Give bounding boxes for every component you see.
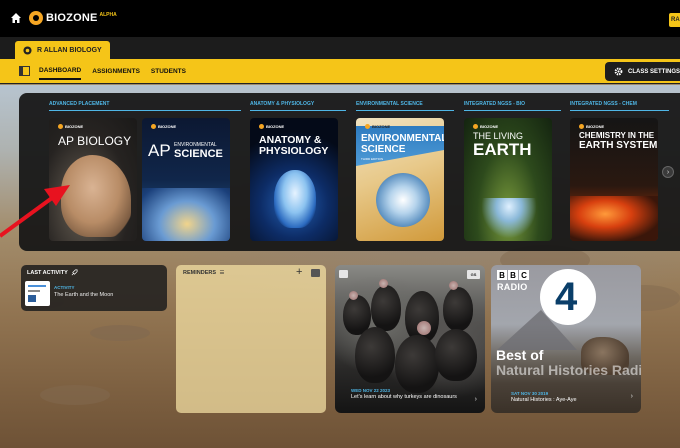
- category-integrated-ngss-bio[interactable]: INTEGRATED NGSS - BIO: [464, 101, 561, 111]
- activity-kind: ACTIVITY: [54, 285, 75, 290]
- news-badge: GS: [467, 270, 480, 279]
- book-title-line2: EARTH: [473, 140, 532, 159]
- last-activity-widget[interactable]: LAST ACTIVITY ACTIVITY The Earth and the…: [21, 265, 167, 311]
- book-title-big: SCIENCE: [174, 148, 223, 160]
- book-brand: BIOZONE: [151, 124, 176, 129]
- rocket-icon: [71, 269, 78, 276]
- book-the-living-earth[interactable]: BIOZONE THE LIVING EARTH: [464, 118, 552, 241]
- gear-icon: [614, 67, 623, 76]
- book-edition: THIRD EDITION: [361, 157, 384, 161]
- book-brand: BIOZONE: [579, 124, 604, 129]
- sidebar-toggle-icon[interactable]: [19, 66, 30, 76]
- tab-dashboard[interactable]: DASHBOARD: [39, 64, 82, 80]
- reminders-widget: REMINDERS ☰ +: [176, 265, 326, 413]
- book-title-line2: SCIENCE: [361, 144, 406, 155]
- reminders-menu-icon[interactable]: [311, 269, 320, 277]
- news-date: WED NOV 22 2023: [351, 388, 391, 393]
- lava-image: [570, 196, 658, 241]
- xray-skull-image: [274, 170, 316, 228]
- category-integrated-ngss-chem[interactable]: INTEGRATED NGSS - CHEM: [570, 101, 669, 111]
- book-brand: BIOZONE: [473, 124, 498, 129]
- alpha-badge: ALPHA: [99, 12, 117, 18]
- book-brand: BIOZONE: [58, 124, 83, 129]
- radio-date: SAT NOV 30 2019: [511, 391, 549, 396]
- book-carousel: ADVANCED PLACEMENT ANATOMY & PHYSIOLOGY …: [19, 93, 680, 251]
- book-title-line1: ANATOMY &: [259, 134, 322, 146]
- earth-lens-image: [376, 173, 430, 227]
- class-tab[interactable]: R ALLAN BIOLOGY: [15, 41, 110, 59]
- class-tab-row: R ALLAN BIOLOGY: [0, 37, 680, 59]
- cougar-image: [61, 155, 131, 237]
- carousel-next-button[interactable]: ›: [662, 166, 674, 178]
- logo-text: BIOZONE: [46, 12, 98, 24]
- last-activity-title: LAST ACTIVITY: [27, 269, 78, 276]
- news-text: Let's learn about why turkeys are dinosa…: [351, 394, 457, 400]
- book-title: AP BIOLOGY: [58, 134, 132, 148]
- book-anatomy-physiology[interactable]: BIOZONE ANATOMY & PHYSIOLOGY: [250, 118, 338, 241]
- top-bar: BIOZONE ALPHA RA: [0, 0, 680, 37]
- chevron-right-icon[interactable]: ›: [475, 396, 477, 403]
- category-environmental-science[interactable]: ENVIRONMENTAL SCIENCE: [356, 101, 454, 111]
- book-brand: BIOZONE: [259, 124, 284, 129]
- reminders-title: REMINDERS ☰: [183, 270, 225, 276]
- radio-card[interactable]: B B C RADIO 4 Best of Natural Histories …: [491, 265, 641, 413]
- book-title-line1: CHEMISTRY IN THE: [579, 131, 655, 140]
- news-menu-icon[interactable]: [339, 270, 348, 278]
- category-anatomy-physiology[interactable]: ANATOMY & PHYSIOLOGY: [250, 101, 346, 111]
- category-advanced-placement[interactable]: ADVANCED PLACEMENT: [49, 101, 241, 111]
- bbc-logo: B B C: [497, 270, 530, 280]
- book-title-line2: EARTH SYSTEM: [579, 140, 658, 151]
- biozone-logo[interactable]: BIOZONE ALPHA: [29, 11, 117, 25]
- class-tab-label: R ALLAN BIOLOGY: [37, 46, 102, 54]
- radio-headline: Best of: [496, 347, 544, 363]
- class-settings-button[interactable]: CLASS SETTINGS: [605, 62, 680, 81]
- news-card[interactable]: GS WED NOV 22 2023 Let's learn about why…: [335, 265, 485, 413]
- add-reminder-button[interactable]: +: [296, 266, 302, 278]
- book-environmental-science[interactable]: BIOZONE ENVIRONMENTAL SCIENCE THIRD EDIT…: [356, 118, 444, 241]
- list-icon: ☰: [219, 270, 225, 276]
- class-settings-label: CLASS SETTINGS: [628, 68, 680, 75]
- activity-thumbnail: [25, 281, 50, 306]
- activity-name: The Earth and the Moon: [54, 292, 114, 298]
- book-brand: BIOZONE: [365, 124, 390, 129]
- home-icon[interactable]: [10, 12, 22, 24]
- biozone-logo-icon: [29, 11, 43, 25]
- user-avatar[interactable]: RA: [669, 13, 680, 27]
- chevron-right-icon: ›: [666, 168, 670, 176]
- book-ap-environmental-science[interactable]: BIOZONE AP ENVIRONMENTAL SCIENCE: [142, 118, 230, 241]
- class-icon: [23, 45, 32, 55]
- chevron-right-icon[interactable]: ›: [631, 393, 633, 400]
- tab-assignments[interactable]: ASSIGNMENTS: [92, 59, 140, 84]
- book-title-prefix: AP: [148, 141, 171, 160]
- main-nav: DASHBOARD ASSIGNMENTS STUDENTS CLASS SET…: [0, 59, 680, 84]
- radio-headline-sub: Natural Histories Radio: [496, 362, 641, 378]
- book-title-line1: ENVIRONMENTAL: [361, 133, 444, 144]
- radio-label: RADIO: [497, 282, 528, 292]
- tab-students[interactable]: STUDENTS: [151, 59, 186, 84]
- book-ap-biology[interactable]: BIOZONE AP BIOLOGY: [49, 118, 137, 241]
- earth-image: [142, 188, 230, 241]
- book-chemistry-in-the-earth-system[interactable]: BIOZONE CHEMISTRY IN THE EARTH SYSTEM: [570, 118, 658, 241]
- radio-text: Natural Histories : Aye-Aye: [511, 397, 577, 403]
- radio-4-logo: 4: [540, 269, 596, 325]
- waterfall-image: [479, 198, 539, 241]
- book-title-line2: PHYSIOLOGY: [259, 145, 329, 157]
